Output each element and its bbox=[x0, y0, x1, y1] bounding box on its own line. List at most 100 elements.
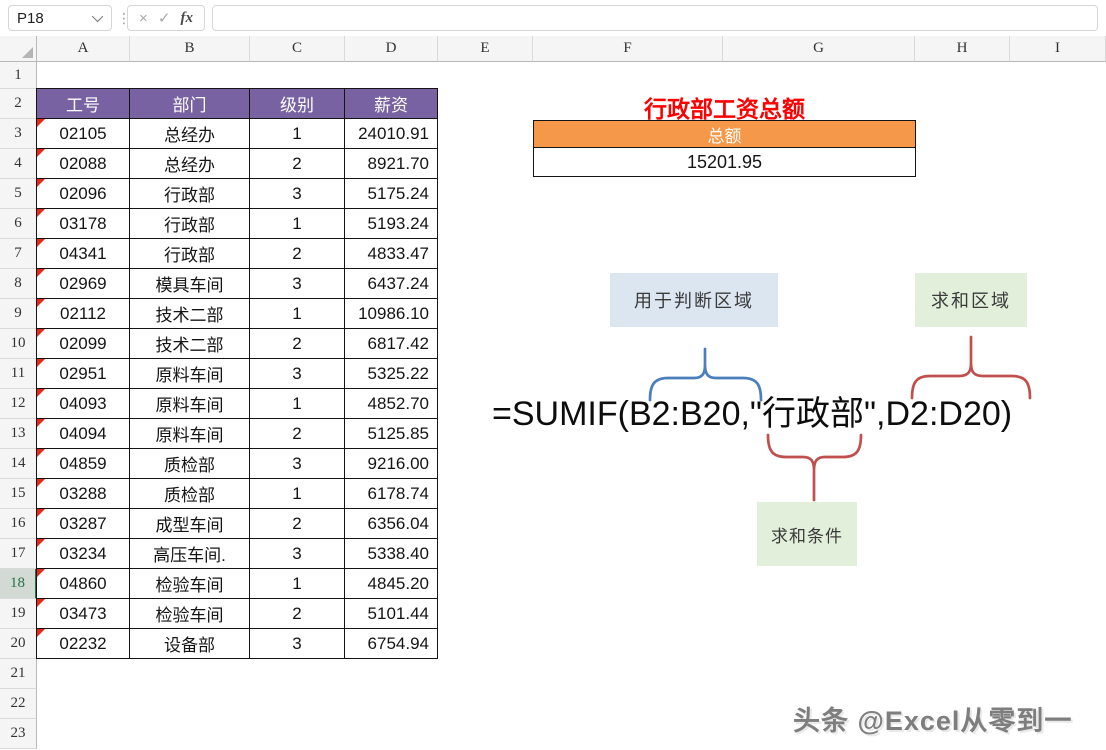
row-header-2[interactable]: 2 bbox=[0, 89, 37, 119]
column-header-A[interactable]: A bbox=[37, 36, 130, 62]
table-cell[interactable]: 3 bbox=[250, 449, 345, 479]
table-cell[interactable]: 6437.24 bbox=[345, 269, 438, 299]
row-header-11[interactable]: 11 bbox=[0, 359, 37, 389]
row-header-9[interactable]: 9 bbox=[0, 299, 37, 329]
row-header-16[interactable]: 16 bbox=[0, 509, 37, 539]
table-cell[interactable]: 04859 bbox=[37, 449, 130, 479]
table-cell[interactable]: 02088 bbox=[37, 149, 130, 179]
table-header-cell[interactable]: 工号 bbox=[37, 89, 130, 119]
table-cell[interactable]: 02969 bbox=[37, 269, 130, 299]
column-header-D[interactable]: D bbox=[345, 36, 438, 62]
table-cell[interactable]: 质检部 bbox=[130, 449, 250, 479]
table-cell[interactable]: 原料车间 bbox=[130, 389, 250, 419]
table-cell[interactable]: 原料车间 bbox=[130, 359, 250, 389]
row-header-18[interactable]: 18 bbox=[0, 569, 37, 599]
table-cell[interactable]: 总经办 bbox=[130, 119, 250, 149]
row-header-3[interactable]: 3 bbox=[0, 119, 37, 149]
table-cell[interactable]: 3 bbox=[250, 359, 345, 389]
table-cell[interactable]: 1 bbox=[250, 299, 345, 329]
column-header-H[interactable]: H bbox=[915, 36, 1010, 62]
table-cell[interactable]: 4833.47 bbox=[345, 239, 438, 269]
table-cell[interactable]: 1 bbox=[250, 209, 345, 239]
table-cell[interactable]: 3 bbox=[250, 269, 345, 299]
table-cell[interactable]: 总经办 bbox=[130, 149, 250, 179]
table-cell[interactable]: 设备部 bbox=[130, 629, 250, 659]
table-header-cell[interactable]: 部门 bbox=[130, 89, 250, 119]
table-cell[interactable]: 4852.70 bbox=[345, 389, 438, 419]
table-cell[interactable]: 02232 bbox=[37, 629, 130, 659]
table-cell[interactable]: 5125.85 bbox=[345, 419, 438, 449]
table-cell[interactable]: 1 bbox=[250, 389, 345, 419]
table-cell[interactable]: 2 bbox=[250, 239, 345, 269]
row-header-17[interactable]: 17 bbox=[0, 539, 37, 569]
confirm-icon[interactable]: ✓ bbox=[158, 9, 171, 27]
table-cell[interactable]: 5175.24 bbox=[345, 179, 438, 209]
row-header-23[interactable]: 23 bbox=[0, 719, 37, 749]
table-cell[interactable]: 原料车间 bbox=[130, 419, 250, 449]
table-cell[interactable]: 03234 bbox=[37, 539, 130, 569]
row-header-4[interactable]: 4 bbox=[0, 149, 37, 179]
table-cell[interactable]: 1 bbox=[250, 569, 345, 599]
table-cell[interactable]: 02099 bbox=[37, 329, 130, 359]
table-header-cell[interactable]: 级别 bbox=[250, 89, 345, 119]
table-cell[interactable]: 03473 bbox=[37, 599, 130, 629]
column-header-F[interactable]: F bbox=[533, 36, 723, 62]
formula-bar-input[interactable] bbox=[212, 5, 1098, 31]
row-header-1[interactable]: 1 bbox=[0, 62, 37, 89]
row-header-7[interactable]: 7 bbox=[0, 239, 37, 269]
table-cell[interactable]: 行政部 bbox=[130, 209, 250, 239]
row-header-13[interactable]: 13 bbox=[0, 419, 37, 449]
table-cell[interactable]: 04860 bbox=[37, 569, 130, 599]
table-cell[interactable]: 6178.74 bbox=[345, 479, 438, 509]
row-header-5[interactable]: 5 bbox=[0, 179, 37, 209]
table-cell[interactable]: 02951 bbox=[37, 359, 130, 389]
table-cell[interactable]: 模具车间 bbox=[130, 269, 250, 299]
table-cell[interactable]: 03178 bbox=[37, 209, 130, 239]
column-header-I[interactable]: I bbox=[1010, 36, 1106, 62]
table-cell[interactable]: 02112 bbox=[37, 299, 130, 329]
table-cell[interactable]: 行政部 bbox=[130, 179, 250, 209]
row-header-15[interactable]: 15 bbox=[0, 479, 37, 509]
table-cell[interactable]: 24010.91 bbox=[345, 119, 438, 149]
table-cell[interactable]: 5338.40 bbox=[345, 539, 438, 569]
table-cell[interactable]: 检验车间 bbox=[130, 599, 250, 629]
summary-value-cell[interactable]: 15201.95 bbox=[534, 148, 915, 176]
table-cell[interactable]: 04341 bbox=[37, 239, 130, 269]
table-cell[interactable]: 6817.42 bbox=[345, 329, 438, 359]
table-cell[interactable]: 5193.24 bbox=[345, 209, 438, 239]
table-cell[interactable]: 02096 bbox=[37, 179, 130, 209]
table-cell[interactable]: 4845.20 bbox=[345, 569, 438, 599]
row-header-10[interactable]: 10 bbox=[0, 329, 37, 359]
column-header-G[interactable]: G bbox=[723, 36, 915, 62]
table-cell[interactable]: 03287 bbox=[37, 509, 130, 539]
insert-function-icon[interactable]: fx bbox=[180, 10, 193, 27]
row-header-21[interactable]: 21 bbox=[0, 659, 37, 689]
row-header-20[interactable]: 20 bbox=[0, 629, 37, 659]
table-cell[interactable]: 6754.94 bbox=[345, 629, 438, 659]
table-cell[interactable]: 3 bbox=[250, 629, 345, 659]
table-cell[interactable]: 1 bbox=[250, 479, 345, 509]
row-header-8[interactable]: 8 bbox=[0, 269, 37, 299]
cancel-icon[interactable]: × bbox=[139, 10, 148, 27]
table-cell[interactable]: 3 bbox=[250, 179, 345, 209]
row-header-19[interactable]: 19 bbox=[0, 599, 37, 629]
table-cell[interactable]: 10986.10 bbox=[345, 299, 438, 329]
table-cell[interactable]: 04094 bbox=[37, 419, 130, 449]
table-cell[interactable]: 8921.70 bbox=[345, 149, 438, 179]
table-cell[interactable]: 行政部 bbox=[130, 239, 250, 269]
table-cell[interactable]: 04093 bbox=[37, 389, 130, 419]
table-header-cell[interactable]: 薪资 bbox=[345, 89, 438, 119]
table-cell[interactable]: 2 bbox=[250, 419, 345, 449]
table-cell[interactable]: 3 bbox=[250, 539, 345, 569]
row-header-12[interactable]: 12 bbox=[0, 389, 37, 419]
table-cell[interactable]: 9216.00 bbox=[345, 449, 438, 479]
table-cell[interactable]: 02105 bbox=[37, 119, 130, 149]
row-header-14[interactable]: 14 bbox=[0, 449, 37, 479]
chevron-down-icon[interactable] bbox=[92, 11, 103, 22]
table-cell[interactable]: 2 bbox=[250, 149, 345, 179]
column-header-C[interactable]: C bbox=[250, 36, 345, 62]
table-cell[interactable]: 技术二部 bbox=[130, 329, 250, 359]
summary-header-cell[interactable]: 总额 bbox=[534, 121, 915, 148]
column-header-B[interactable]: B bbox=[130, 36, 250, 62]
table-cell[interactable]: 质检部 bbox=[130, 479, 250, 509]
